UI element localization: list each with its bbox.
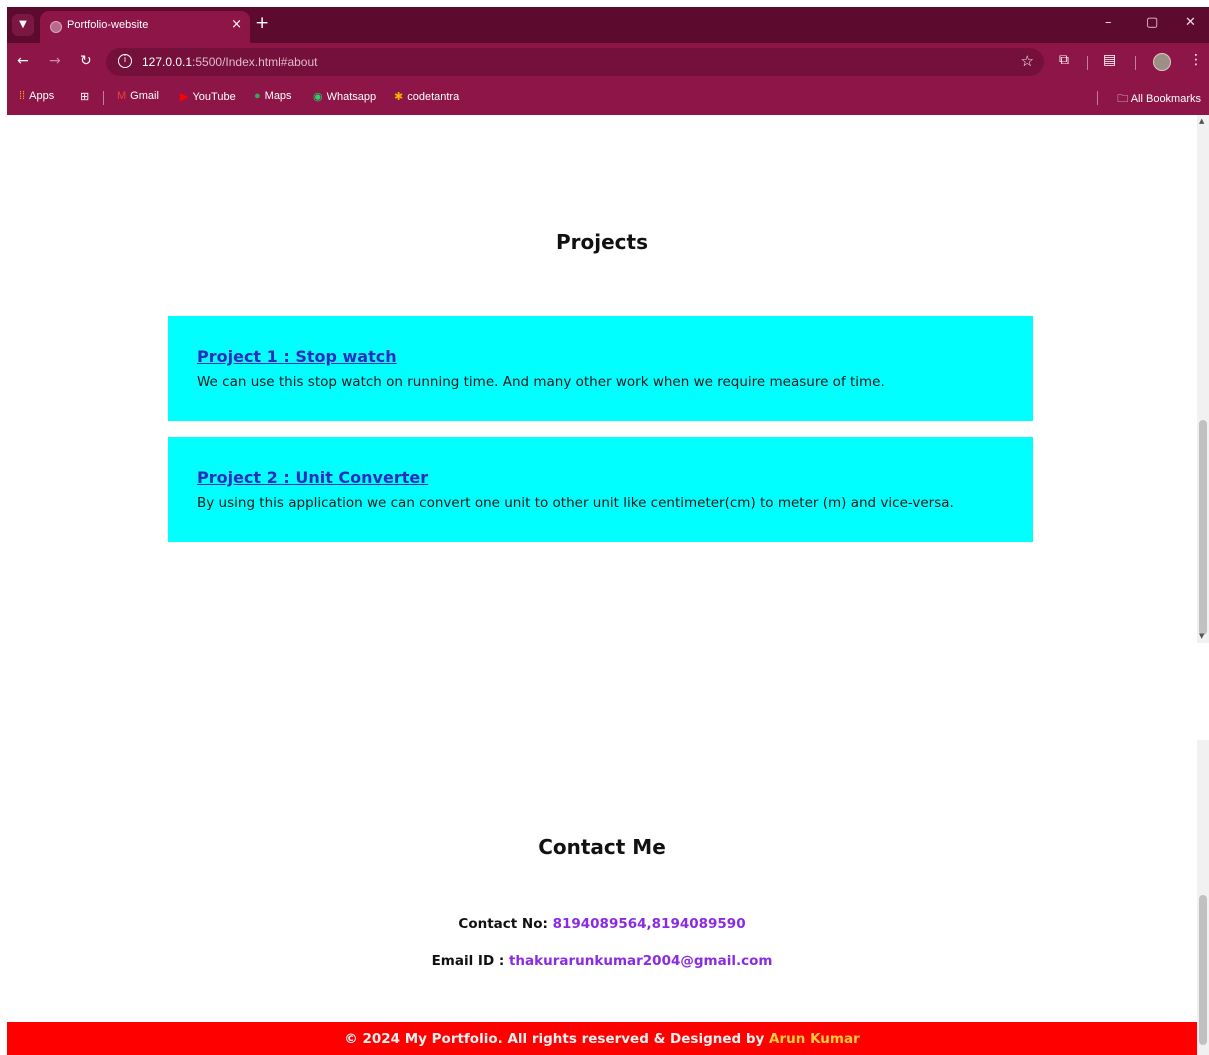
project-2-description: By using this application we can convert…: [197, 495, 954, 511]
bookmarks-divider: [1097, 91, 1098, 105]
gmail-icon: M: [117, 90, 127, 102]
reading-list-icon[interactable]: ▤: [1103, 52, 1116, 68]
profile-avatar[interactable]: [1153, 53, 1171, 71]
scrollbar-gap: [1197, 643, 1209, 740]
extensions-icon[interactable]: ⧉: [1059, 52, 1069, 68]
bookmarks-divider: [103, 91, 104, 105]
page-viewport: Projects Project 1 : Stop watch We can u…: [7, 115, 1197, 1055]
folder-icon: 🗀: [1117, 93, 1131, 105]
close-window-button[interactable]: ✕: [1185, 15, 1196, 30]
contact-email: Email ID : thakurarunkumar2004@gmail.com: [7, 953, 1197, 969]
project-2-link[interactable]: Project 2 : Unit Converter: [197, 468, 428, 487]
footer-text: © 2024 My Portfolio. All rights reserved…: [344, 1031, 765, 1047]
contact-phone-value: 8194089564,8194089590: [552, 916, 746, 932]
footer: © 2024 My Portfolio. All rights reserved…: [7, 1022, 1197, 1055]
contact-phone: Contact No: 8194089564,8194089590: [7, 916, 1197, 932]
projects-heading: Projects: [555, 230, 648, 254]
forward-icon[interactable]: →: [49, 53, 61, 69]
bookmark-star-icon[interactable]: ☆: [1021, 52, 1034, 70]
bookmark-youtube[interactable]: ▶ YouTube: [180, 90, 236, 103]
project-card: Project 2 : Unit Converter By using this…: [168, 437, 1033, 542]
contact-heading: Contact Me: [538, 835, 666, 859]
bookmark-whatsapp[interactable]: ◉ Whatsapp: [313, 90, 376, 103]
scroll-down-arrow-icon[interactable]: ▼: [1199, 632, 1204, 640]
scroll-up-arrow-icon[interactable]: ▲: [1199, 117, 1204, 125]
back-icon[interactable]: ←: [17, 53, 29, 69]
apps-grid-icon: ⁞⁞: [19, 90, 26, 102]
scrollbar-thumb[interactable]: [1199, 420, 1207, 635]
bookmark-gmail[interactable]: M Gmail: [117, 90, 159, 102]
reload-icon[interactable]: ↻: [80, 53, 92, 69]
tab-close-icon[interactable]: ×: [231, 17, 242, 32]
restore-button[interactable]: ▢: [1146, 15, 1158, 30]
contact-email-value[interactable]: thakurarunkumar2004@gmail.com: [509, 953, 772, 969]
bookmark-maps[interactable]: ● Maps: [254, 90, 292, 102]
page-scrollbar[interactable]: ▲ ▼: [1197, 115, 1209, 1055]
tab-strip: ▼ Portfolio-website × + – ▢ ✕: [7, 7, 1209, 43]
minimize-button[interactable]: –: [1105, 15, 1112, 30]
tab-title: Portfolio-website: [67, 19, 149, 31]
youtube-icon: ▶: [180, 91, 189, 103]
all-bookmarks-button[interactable]: 🗀 All Bookmarks: [1117, 90, 1201, 109]
tab-search-button[interactable]: ▼: [12, 14, 34, 36]
project-1-link[interactable]: Project 1 : Stop watch: [197, 347, 397, 366]
contact-email-label: Email ID :: [431, 953, 505, 969]
site-info-icon[interactable]: i: [118, 54, 132, 68]
whatsapp-icon: ◉: [313, 91, 323, 103]
toolbar-divider: [1135, 56, 1136, 70]
address-bar[interactable]: i 127.0.0.1:5500/Index.html#about ☆: [106, 48, 1044, 76]
new-tab-button[interactable]: +: [255, 13, 269, 33]
bookmark-apps[interactable]: ⁞⁞ Apps: [19, 90, 54, 102]
maps-icon: ●: [254, 90, 261, 102]
tab-groups-icon[interactable]: ⊞: [80, 90, 89, 103]
url-text[interactable]: 127.0.0.1:5500/Index.html#about: [142, 55, 317, 69]
contact-phone-label: Contact No:: [458, 916, 548, 932]
menu-kebab-icon[interactable]: ⋮: [1189, 52, 1203, 68]
toolbar-divider: [1087, 56, 1088, 70]
project-card: Project 1 : Stop watch We can use this s…: [168, 316, 1033, 421]
bookmarks-bar: ⁞⁞ Apps ⊞ M Gmail ▶ YouTube ● Maps ◉ Whatsapp…: [7, 81, 1209, 115]
footer-author: Arun Kumar: [769, 1031, 860, 1047]
browser-toolbar: ← → ↻ i 127.0.0.1:5500/Index.html#about …: [7, 43, 1209, 81]
scrollbar-thumb[interactable]: [1199, 895, 1207, 1045]
bookmark-codetantra[interactable]: ✱ codetantra: [394, 90, 459, 103]
codetantra-icon: ✱: [394, 91, 404, 103]
globe-icon: [50, 21, 62, 33]
browser-tab[interactable]: Portfolio-website ×: [40, 11, 250, 43]
project-1-description: We can use this stop watch on running ti…: [197, 374, 885, 390]
